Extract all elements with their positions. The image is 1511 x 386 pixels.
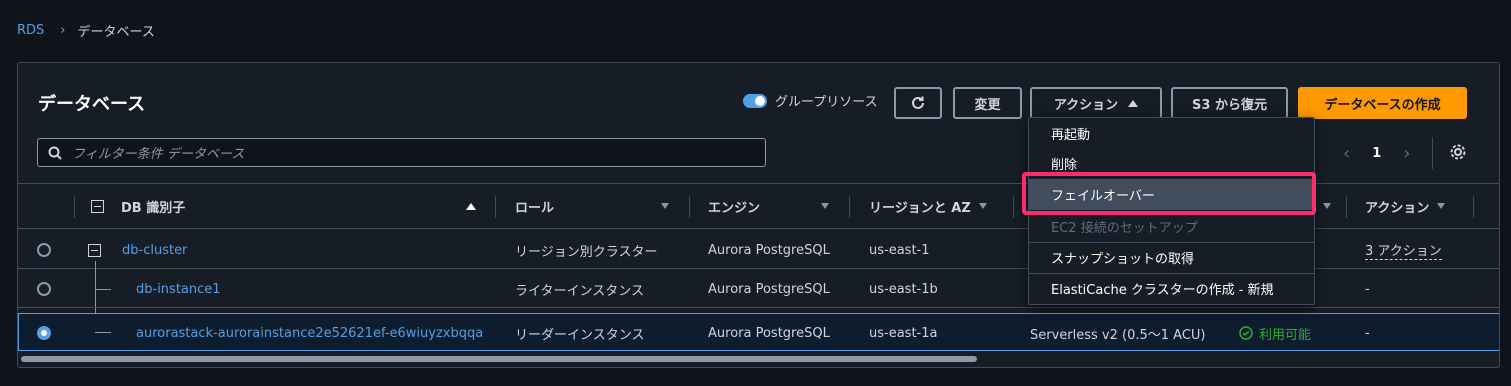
column-divider bbox=[1013, 196, 1014, 218]
radio-button[interactable] bbox=[37, 243, 51, 257]
breadcrumb: RDS › データベース bbox=[17, 21, 155, 40]
create-database-button[interactable]: データベースの作成 bbox=[1298, 87, 1467, 119]
breadcrumb-separator-icon: › bbox=[60, 23, 66, 38]
horizontal-scrollbar[interactable] bbox=[18, 353, 1499, 365]
column-header-identifier[interactable]: DB 識別子 bbox=[121, 184, 476, 228]
filter-placeholder: フィルター条件 データベース bbox=[72, 147, 245, 162]
sort-icon bbox=[1323, 203, 1331, 209]
collapse-icon bbox=[91, 199, 104, 213]
role-cell: リージョン別クラスター bbox=[515, 244, 658, 260]
breadcrumb-current: データベース bbox=[77, 25, 155, 40]
column-header-role-label: ロール bbox=[515, 200, 555, 216]
sort-ascending-icon bbox=[466, 202, 476, 210]
table-row-selected[interactable]: aurorastack-aurorainstance2e52621ef-e6wi… bbox=[18, 313, 1499, 352]
row-radio[interactable] bbox=[37, 231, 51, 269]
panel-title: データベース bbox=[38, 94, 146, 115]
gear-icon[interactable] bbox=[1449, 143, 1467, 161]
menu-item-ec2-connection: EC2 接続のセットアップ bbox=[1051, 221, 1198, 236]
engine-cell: Aurora PostgreSQL bbox=[708, 325, 830, 341]
column-header-region-label: リージョンと AZ bbox=[869, 200, 971, 216]
column-header-engine-label: エンジン bbox=[708, 200, 761, 216]
refresh-button[interactable] bbox=[894, 87, 942, 119]
actions-count-link[interactable]: 3 アクション bbox=[1365, 240, 1442, 260]
search-icon bbox=[48, 146, 62, 160]
pager-divider bbox=[1432, 137, 1433, 169]
column-header-actions-label: アクション bbox=[1365, 200, 1430, 216]
page-number[interactable]: 1 bbox=[1372, 146, 1381, 161]
pagination: ‹ 1 › bbox=[1343, 143, 1410, 164]
menu-item-take-snapshot[interactable]: スナップショットの取得 bbox=[1029, 242, 1314, 273]
chevron-left-icon[interactable]: ‹ bbox=[1343, 143, 1350, 164]
menu-item-reboot[interactable]: 再起動 bbox=[1029, 118, 1314, 149]
sort-icon bbox=[1437, 203, 1446, 209]
tree-line bbox=[95, 289, 111, 290]
column-header-role[interactable]: ロール bbox=[515, 184, 669, 228]
row-radio[interactable] bbox=[37, 270, 51, 308]
status-cell: 利用可能 bbox=[1239, 314, 1311, 352]
column-header-engine[interactable]: エンジン bbox=[708, 184, 829, 228]
row-radio[interactable] bbox=[37, 314, 51, 352]
db-identifier-link[interactable]: aurorastack-aurorainstance2e52621ef-e6wi… bbox=[136, 314, 483, 352]
collapse-icon bbox=[88, 243, 101, 257]
status-label: 利用可能 bbox=[1259, 327, 1312, 343]
size-cell: Serverless v2 (0.5〜1 ACU) bbox=[1030, 327, 1206, 343]
region-cell: us-east-1 bbox=[869, 242, 930, 258]
filter-input[interactable]: フィルター条件 データベース bbox=[37, 138, 766, 167]
modify-button[interactable]: 変更 bbox=[953, 87, 1022, 119]
column-divider bbox=[74, 196, 75, 218]
actions-cell[interactable]: 3 アクション bbox=[1365, 231, 1442, 269]
region-cell: us-east-1a bbox=[869, 325, 938, 341]
refresh-icon bbox=[912, 96, 924, 109]
radio-button[interactable] bbox=[37, 282, 51, 296]
actions-cell: - bbox=[1365, 325, 1370, 341]
column-divider bbox=[849, 196, 850, 218]
db-identifier-link[interactable]: db-instance1 bbox=[136, 270, 221, 308]
menu-item-create-elasticache[interactable]: ElastiCache クラスターの作成 - 新規 bbox=[1029, 273, 1314, 304]
tree-line bbox=[95, 332, 111, 333]
group-resources-label: グループリソース bbox=[775, 95, 878, 110]
chevron-right-icon[interactable]: › bbox=[1403, 143, 1410, 164]
column-divider bbox=[1346, 196, 1347, 218]
column-header-status-sort[interactable] bbox=[1323, 184, 1331, 228]
column-divider bbox=[495, 196, 496, 218]
sort-icon bbox=[661, 203, 669, 209]
radio-button-selected[interactable] bbox=[37, 326, 51, 340]
group-resources-toggle[interactable] bbox=[743, 93, 767, 108]
check-circle-icon bbox=[1239, 326, 1253, 340]
sort-icon bbox=[978, 203, 987, 209]
actions-dropdown-label: アクション bbox=[1053, 97, 1119, 113]
sort-icon bbox=[821, 203, 829, 209]
scrollbar-thumb[interactable] bbox=[21, 356, 977, 362]
engine-cell: Aurora PostgreSQL bbox=[708, 242, 830, 258]
column-header-actions[interactable]: アクション bbox=[1365, 184, 1446, 228]
role-cell: ライターインスタンス bbox=[515, 283, 644, 299]
column-divider bbox=[689, 196, 690, 218]
column-header-region[interactable]: リージョンと AZ bbox=[869, 184, 993, 228]
region-cell: us-east-1b bbox=[869, 281, 938, 297]
actions-dropdown-button[interactable]: アクション bbox=[1030, 87, 1162, 119]
group-resources-toggle-wrap: グループリソース bbox=[743, 91, 878, 110]
actions-cell: - bbox=[1365, 281, 1370, 297]
column-divider bbox=[1473, 196, 1474, 218]
highlight-annotation bbox=[1022, 172, 1316, 215]
restore-from-s3-button[interactable]: S3 から復元 bbox=[1171, 87, 1288, 119]
column-header-identifier-label: DB 識別子 bbox=[121, 200, 186, 216]
engine-cell: Aurora PostgreSQL bbox=[708, 281, 830, 297]
expand-all-toggle[interactable] bbox=[91, 184, 104, 228]
db-identifier-link[interactable]: db-cluster bbox=[122, 231, 187, 269]
role-cell: リーダーインスタンス bbox=[515, 327, 645, 343]
breadcrumb-rds-link[interactable]: RDS bbox=[17, 23, 44, 38]
caret-up-icon bbox=[1128, 99, 1139, 107]
